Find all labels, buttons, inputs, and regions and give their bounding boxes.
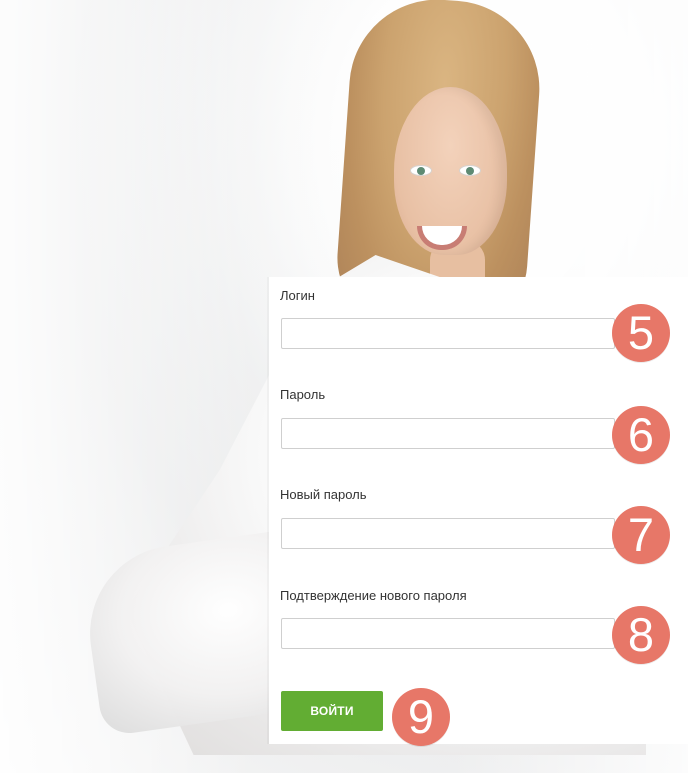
- marker-5: 5: [612, 304, 670, 362]
- new-password-label: Новый пароль: [280, 487, 367, 502]
- confirm-new-password-label: Подтверждение нового пароля: [280, 588, 467, 603]
- marker-8: 8: [612, 606, 670, 664]
- password-label: Пароль: [280, 387, 326, 402]
- marker-6: 6: [612, 406, 670, 464]
- right-eye: [459, 165, 481, 176]
- new-password-input[interactable]: [281, 518, 615, 549]
- login-input[interactable]: [281, 318, 615, 349]
- confirm-new-password-input[interactable]: [281, 618, 615, 649]
- login-button[interactable]: ВОЙТИ: [281, 691, 383, 731]
- password-input[interactable]: [281, 418, 615, 449]
- left-eye: [410, 165, 432, 176]
- login-label: Логин: [280, 288, 315, 303]
- marker-7: 7: [612, 506, 670, 564]
- marker-9: 9: [392, 688, 450, 746]
